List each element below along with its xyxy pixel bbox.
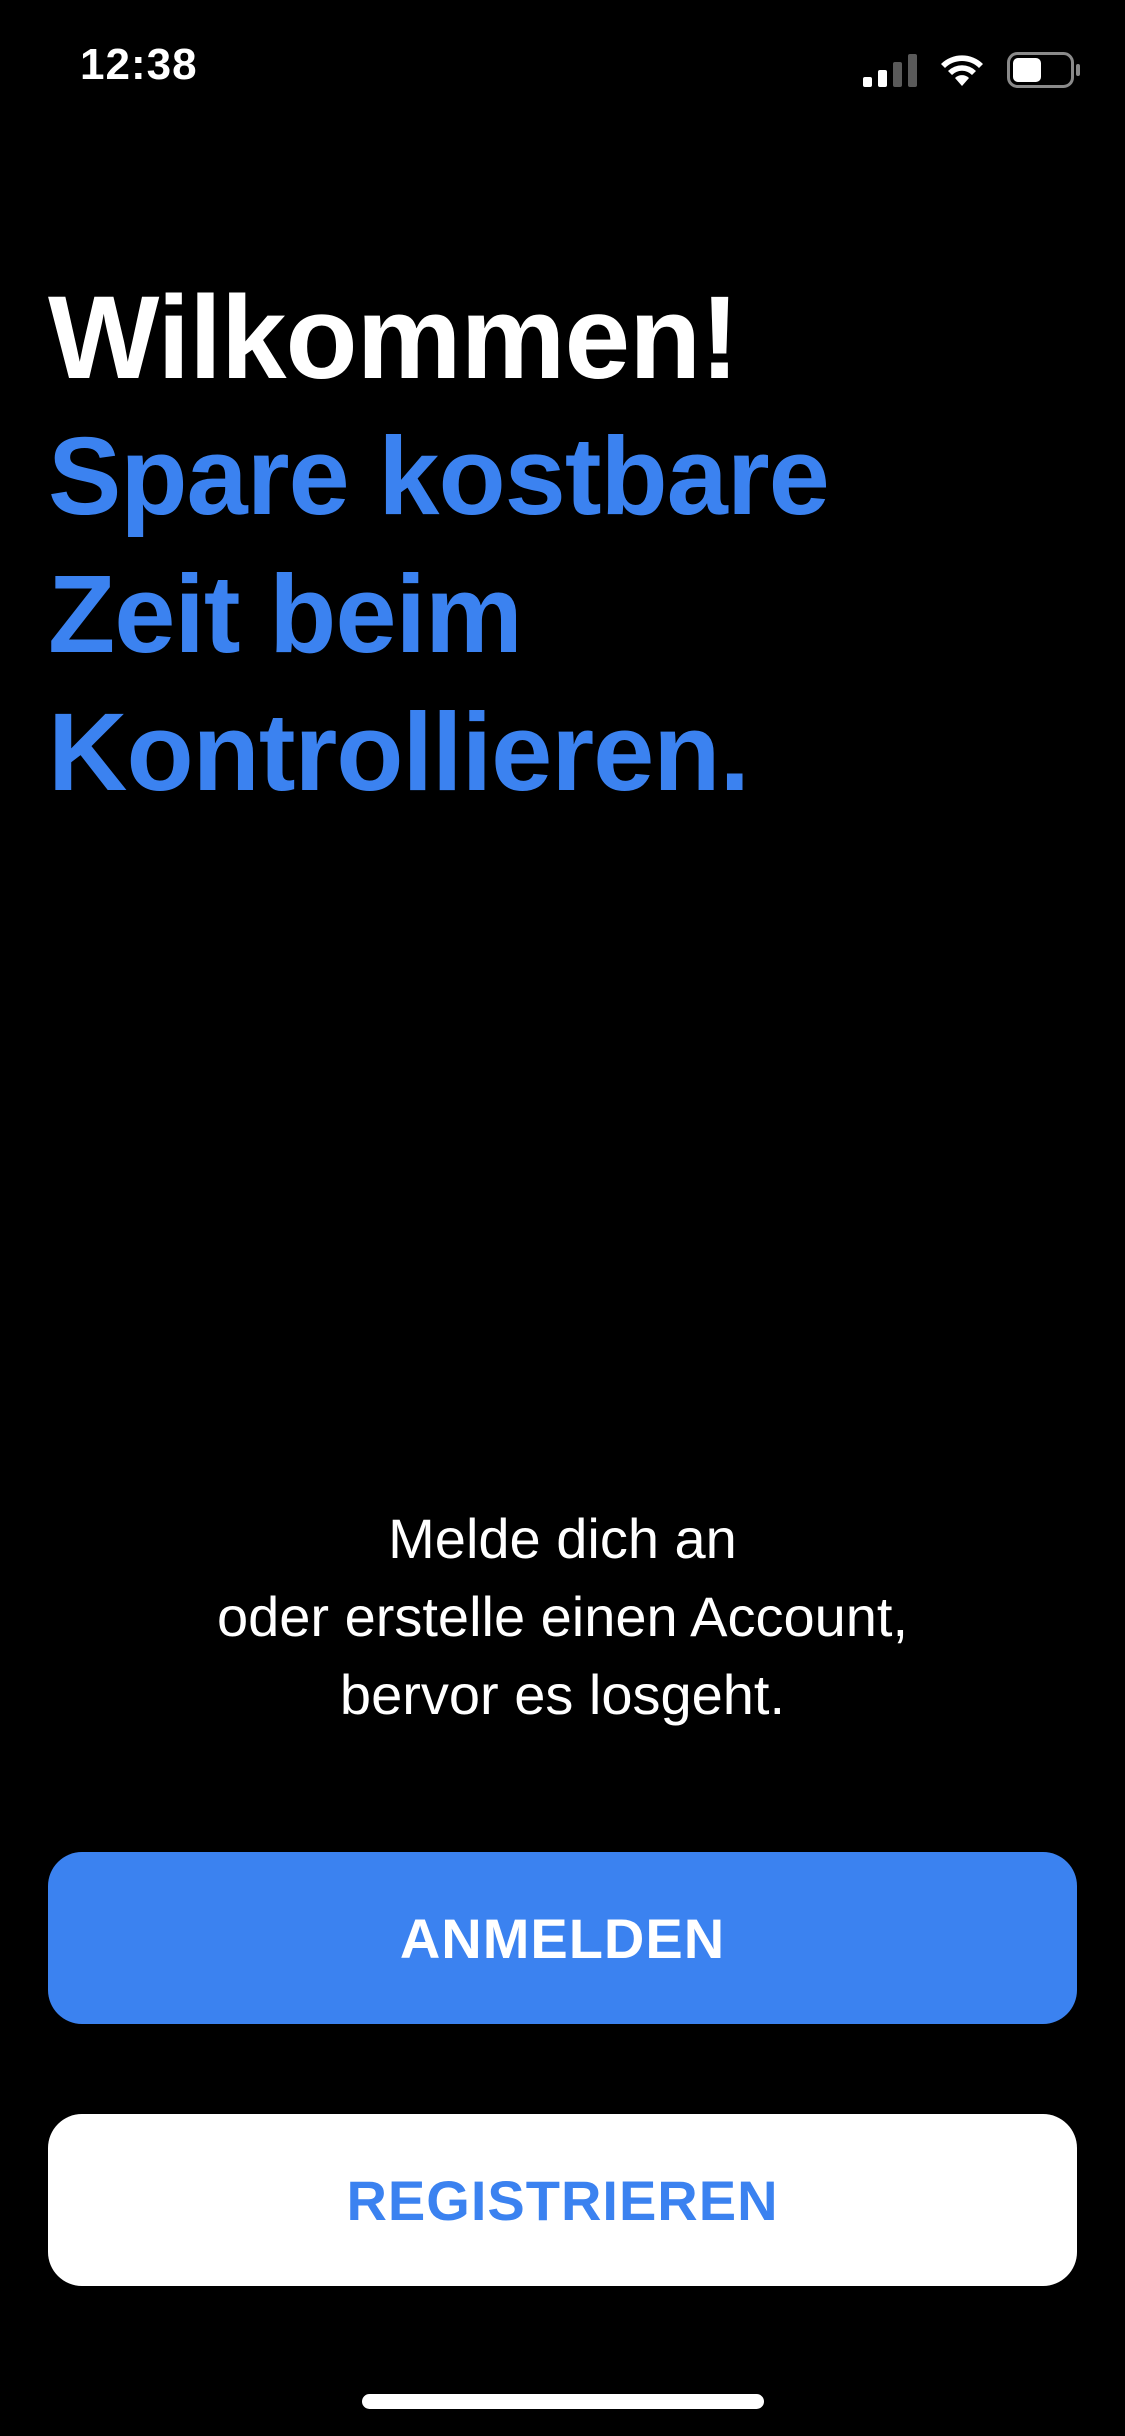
tagline-line-1: Spare kostbare xyxy=(48,415,830,538)
welcome-title: Wilkommen! xyxy=(48,272,739,404)
tagline-line-2: Zeit beim xyxy=(48,553,523,676)
info-line-2: oder erstelle einen Account, xyxy=(216,1585,909,1648)
register-button[interactable]: REGISTRIEREN xyxy=(48,2114,1077,2286)
info-line-1: Melde dich an xyxy=(388,1507,737,1570)
info-line-3: bervor es losgeht. xyxy=(339,1663,786,1726)
home-indicator[interactable] xyxy=(362,2394,764,2409)
status-icons xyxy=(863,50,1081,90)
tagline-line-3: Kontrollieren. xyxy=(48,691,750,814)
info-text: Melde dich an oder erstelle einen Accoun… xyxy=(0,1500,1125,1734)
status-time: 12:38 xyxy=(80,40,198,89)
tagline: Spare kostbare Zeit beim Kontrollieren. xyxy=(48,408,1068,822)
welcome-headline: Wilkommen! Spare kostbare Zeit beim Kont… xyxy=(48,268,1068,822)
wifi-icon xyxy=(939,53,985,87)
battery-icon xyxy=(1007,52,1081,88)
status-bar: 12:38 xyxy=(0,0,1125,135)
cellular-signal-icon xyxy=(863,53,917,87)
login-button[interactable]: ANMELDEN xyxy=(48,1852,1077,2024)
